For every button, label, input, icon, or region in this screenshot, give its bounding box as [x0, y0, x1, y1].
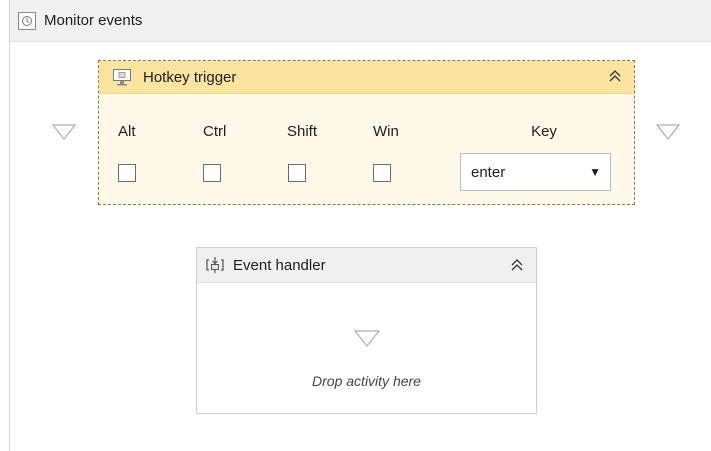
- win-label: Win: [373, 123, 399, 140]
- event-handler-icon: [206, 257, 224, 273]
- drop-activity-text: Drop activity here: [312, 373, 421, 389]
- double-chevron-up-icon[interactable]: [606, 67, 624, 85]
- right-drop-arrow-icon[interactable]: [656, 124, 680, 140]
- shift-checkbox[interactable]: [288, 164, 306, 182]
- monitor-screen-icon: [111, 67, 133, 87]
- event-handler-title: Event handler: [233, 256, 326, 274]
- hotkey-trigger-title: Hotkey trigger: [143, 68, 237, 86]
- left-drop-arrow-icon[interactable]: [52, 124, 76, 140]
- ctrl-checkbox[interactable]: [203, 164, 221, 182]
- event-handler-header[interactable]: Event handler: [197, 248, 536, 283]
- monitor-events-title: Monitor events: [44, 12, 143, 29]
- chevron-down-icon: ▼: [589, 165, 601, 179]
- key-select[interactable]: enter ▼: [460, 153, 611, 191]
- shift-label: Shift: [287, 123, 318, 140]
- outer-left-border: [9, 42, 10, 451]
- double-chevron-up-icon[interactable]: [508, 256, 526, 274]
- alt-label: Alt: [118, 123, 136, 140]
- key-label: Key: [531, 123, 557, 140]
- event-handler-activity[interactable]: Event handler Drop activity here: [196, 247, 537, 414]
- monitor-events-icon: [18, 11, 36, 30]
- hotkey-trigger-header[interactable]: Hotkey trigger: [99, 61, 634, 94]
- drop-zone-arrow-icon[interactable]: [354, 330, 380, 347]
- win-checkbox[interactable]: [373, 164, 391, 182]
- key-select-value: enter: [471, 163, 506, 181]
- monitor-events-header[interactable]: Monitor events: [9, 0, 711, 42]
- alt-checkbox[interactable]: [118, 164, 136, 182]
- ctrl-label: Ctrl: [203, 123, 227, 140]
